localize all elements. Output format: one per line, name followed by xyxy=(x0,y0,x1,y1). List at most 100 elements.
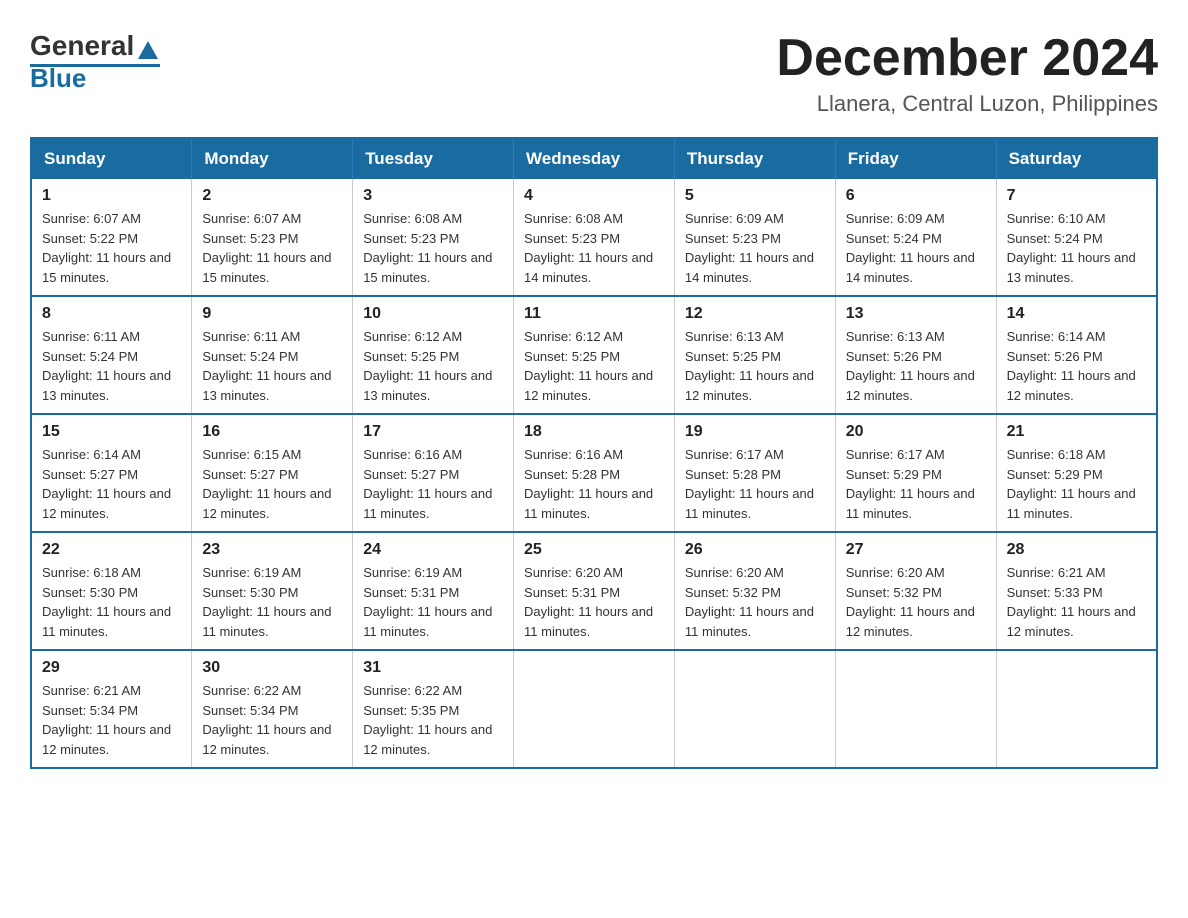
day-number: 28 xyxy=(1007,541,1146,559)
day-number: 18 xyxy=(524,423,664,441)
calendar-week-row: 22 Sunrise: 6:18 AM Sunset: 5:30 PM Dayl… xyxy=(31,532,1157,650)
day-info: Sunrise: 6:08 AM Sunset: 5:23 PM Dayligh… xyxy=(363,209,503,287)
day-number: 2 xyxy=(202,187,342,205)
day-info: Sunrise: 6:11 AM Sunset: 5:24 PM Dayligh… xyxy=(202,327,342,405)
calendar-day-cell: 19 Sunrise: 6:17 AM Sunset: 5:28 PM Dayl… xyxy=(674,414,835,532)
day-number: 24 xyxy=(363,541,503,559)
day-info: Sunrise: 6:21 AM Sunset: 5:33 PM Dayligh… xyxy=(1007,563,1146,641)
calendar-day-cell: 11 Sunrise: 6:12 AM Sunset: 5:25 PM Dayl… xyxy=(514,296,675,414)
day-number: 17 xyxy=(363,423,503,441)
day-number: 13 xyxy=(846,305,986,323)
calendar-week-row: 29 Sunrise: 6:21 AM Sunset: 5:34 PM Dayl… xyxy=(31,650,1157,768)
calendar-day-cell: 14 Sunrise: 6:14 AM Sunset: 5:26 PM Dayl… xyxy=(996,296,1157,414)
day-info: Sunrise: 6:09 AM Sunset: 5:24 PM Dayligh… xyxy=(846,209,986,287)
day-of-week-header: Wednesday xyxy=(514,138,675,179)
calendar-week-row: 8 Sunrise: 6:11 AM Sunset: 5:24 PM Dayli… xyxy=(31,296,1157,414)
day-info: Sunrise: 6:20 AM Sunset: 5:32 PM Dayligh… xyxy=(685,563,825,641)
day-info: Sunrise: 6:08 AM Sunset: 5:23 PM Dayligh… xyxy=(524,209,664,287)
day-number: 4 xyxy=(524,187,664,205)
day-info: Sunrise: 6:13 AM Sunset: 5:26 PM Dayligh… xyxy=(846,327,986,405)
day-info: Sunrise: 6:15 AM Sunset: 5:27 PM Dayligh… xyxy=(202,445,342,523)
calendar-day-cell: 2 Sunrise: 6:07 AM Sunset: 5:23 PM Dayli… xyxy=(192,179,353,296)
calendar-day-cell: 7 Sunrise: 6:10 AM Sunset: 5:24 PM Dayli… xyxy=(996,179,1157,296)
calendar-day-cell: 4 Sunrise: 6:08 AM Sunset: 5:23 PM Dayli… xyxy=(514,179,675,296)
day-number: 26 xyxy=(685,541,825,559)
page-header: General Blue December 2024 Llanera, Cent… xyxy=(30,30,1158,117)
calendar-day-cell: 23 Sunrise: 6:19 AM Sunset: 5:30 PM Dayl… xyxy=(192,532,353,650)
day-number: 3 xyxy=(363,187,503,205)
day-number: 29 xyxy=(42,659,181,677)
calendar-day-cell: 15 Sunrise: 6:14 AM Sunset: 5:27 PM Dayl… xyxy=(31,414,192,532)
day-number: 1 xyxy=(42,187,181,205)
calendar-day-cell: 6 Sunrise: 6:09 AM Sunset: 5:24 PM Dayli… xyxy=(835,179,996,296)
calendar-day-cell: 30 Sunrise: 6:22 AM Sunset: 5:34 PM Dayl… xyxy=(192,650,353,768)
day-of-week-header: Saturday xyxy=(996,138,1157,179)
day-info: Sunrise: 6:14 AM Sunset: 5:26 PM Dayligh… xyxy=(1007,327,1146,405)
calendar-day-cell: 16 Sunrise: 6:15 AM Sunset: 5:27 PM Dayl… xyxy=(192,414,353,532)
calendar-body: 1 Sunrise: 6:07 AM Sunset: 5:22 PM Dayli… xyxy=(31,179,1157,768)
day-number: 31 xyxy=(363,659,503,677)
calendar-day-cell: 28 Sunrise: 6:21 AM Sunset: 5:33 PM Dayl… xyxy=(996,532,1157,650)
day-number: 7 xyxy=(1007,187,1146,205)
day-of-week-header: Sunday xyxy=(31,138,192,179)
calendar-day-cell xyxy=(674,650,835,768)
day-number: 12 xyxy=(685,305,825,323)
calendar-day-cell: 29 Sunrise: 6:21 AM Sunset: 5:34 PM Dayl… xyxy=(31,650,192,768)
day-of-week-header: Monday xyxy=(192,138,353,179)
day-info: Sunrise: 6:11 AM Sunset: 5:24 PM Dayligh… xyxy=(42,327,181,405)
day-info: Sunrise: 6:21 AM Sunset: 5:34 PM Dayligh… xyxy=(42,681,181,759)
calendar-day-cell: 1 Sunrise: 6:07 AM Sunset: 5:22 PM Dayli… xyxy=(31,179,192,296)
calendar-day-cell: 8 Sunrise: 6:11 AM Sunset: 5:24 PM Dayli… xyxy=(31,296,192,414)
title-block: December 2024 Llanera, Central Luzon, Ph… xyxy=(776,30,1158,117)
day-info: Sunrise: 6:09 AM Sunset: 5:23 PM Dayligh… xyxy=(685,209,825,287)
day-number: 25 xyxy=(524,541,664,559)
calendar-day-cell: 21 Sunrise: 6:18 AM Sunset: 5:29 PM Dayl… xyxy=(996,414,1157,532)
day-info: Sunrise: 6:19 AM Sunset: 5:30 PM Dayligh… xyxy=(202,563,342,641)
day-info: Sunrise: 6:19 AM Sunset: 5:31 PM Dayligh… xyxy=(363,563,503,641)
day-of-week-header: Friday xyxy=(835,138,996,179)
calendar-day-cell: 18 Sunrise: 6:16 AM Sunset: 5:28 PM Dayl… xyxy=(514,414,675,532)
day-number: 5 xyxy=(685,187,825,205)
calendar-day-cell: 20 Sunrise: 6:17 AM Sunset: 5:29 PM Dayl… xyxy=(835,414,996,532)
day-number: 19 xyxy=(685,423,825,441)
day-info: Sunrise: 6:17 AM Sunset: 5:28 PM Dayligh… xyxy=(685,445,825,523)
calendar-day-cell: 25 Sunrise: 6:20 AM Sunset: 5:31 PM Dayl… xyxy=(514,532,675,650)
day-number: 23 xyxy=(202,541,342,559)
day-info: Sunrise: 6:20 AM Sunset: 5:32 PM Dayligh… xyxy=(846,563,986,641)
day-number: 15 xyxy=(42,423,181,441)
day-info: Sunrise: 6:20 AM Sunset: 5:31 PM Dayligh… xyxy=(524,563,664,641)
day-info: Sunrise: 6:17 AM Sunset: 5:29 PM Dayligh… xyxy=(846,445,986,523)
days-of-week-row: SundayMondayTuesdayWednesdayThursdayFrid… xyxy=(31,138,1157,179)
calendar-day-cell: 26 Sunrise: 6:20 AM Sunset: 5:32 PM Dayl… xyxy=(674,532,835,650)
day-of-week-header: Thursday xyxy=(674,138,835,179)
day-number: 22 xyxy=(42,541,181,559)
calendar-day-cell: 17 Sunrise: 6:16 AM Sunset: 5:27 PM Dayl… xyxy=(353,414,514,532)
location-subtitle: Llanera, Central Luzon, Philippines xyxy=(776,91,1158,117)
logo-triangle-icon xyxy=(138,41,158,59)
day-number: 21 xyxy=(1007,423,1146,441)
calendar-day-cell xyxy=(996,650,1157,768)
day-info: Sunrise: 6:16 AM Sunset: 5:27 PM Dayligh… xyxy=(363,445,503,523)
calendar-day-cell: 10 Sunrise: 6:12 AM Sunset: 5:25 PM Dayl… xyxy=(353,296,514,414)
calendar-week-row: 1 Sunrise: 6:07 AM Sunset: 5:22 PM Dayli… xyxy=(31,179,1157,296)
day-info: Sunrise: 6:13 AM Sunset: 5:25 PM Dayligh… xyxy=(685,327,825,405)
day-number: 27 xyxy=(846,541,986,559)
calendar-table: SundayMondayTuesdayWednesdayThursdayFrid… xyxy=(30,137,1158,769)
day-number: 20 xyxy=(846,423,986,441)
day-number: 30 xyxy=(202,659,342,677)
day-number: 8 xyxy=(42,305,181,323)
calendar-header: SundayMondayTuesdayWednesdayThursdayFrid… xyxy=(31,138,1157,179)
calendar-day-cell: 27 Sunrise: 6:20 AM Sunset: 5:32 PM Dayl… xyxy=(835,532,996,650)
calendar-day-cell: 12 Sunrise: 6:13 AM Sunset: 5:25 PM Dayl… xyxy=(674,296,835,414)
day-number: 16 xyxy=(202,423,342,441)
day-info: Sunrise: 6:22 AM Sunset: 5:35 PM Dayligh… xyxy=(363,681,503,759)
calendar-day-cell: 13 Sunrise: 6:13 AM Sunset: 5:26 PM Dayl… xyxy=(835,296,996,414)
day-info: Sunrise: 6:14 AM Sunset: 5:27 PM Dayligh… xyxy=(42,445,181,523)
logo-general-text: General xyxy=(30,30,134,62)
day-info: Sunrise: 6:07 AM Sunset: 5:22 PM Dayligh… xyxy=(42,209,181,287)
calendar-day-cell xyxy=(514,650,675,768)
day-number: 11 xyxy=(524,305,664,323)
day-number: 6 xyxy=(846,187,986,205)
calendar-week-row: 15 Sunrise: 6:14 AM Sunset: 5:27 PM Dayl… xyxy=(31,414,1157,532)
day-info: Sunrise: 6:10 AM Sunset: 5:24 PM Dayligh… xyxy=(1007,209,1146,287)
